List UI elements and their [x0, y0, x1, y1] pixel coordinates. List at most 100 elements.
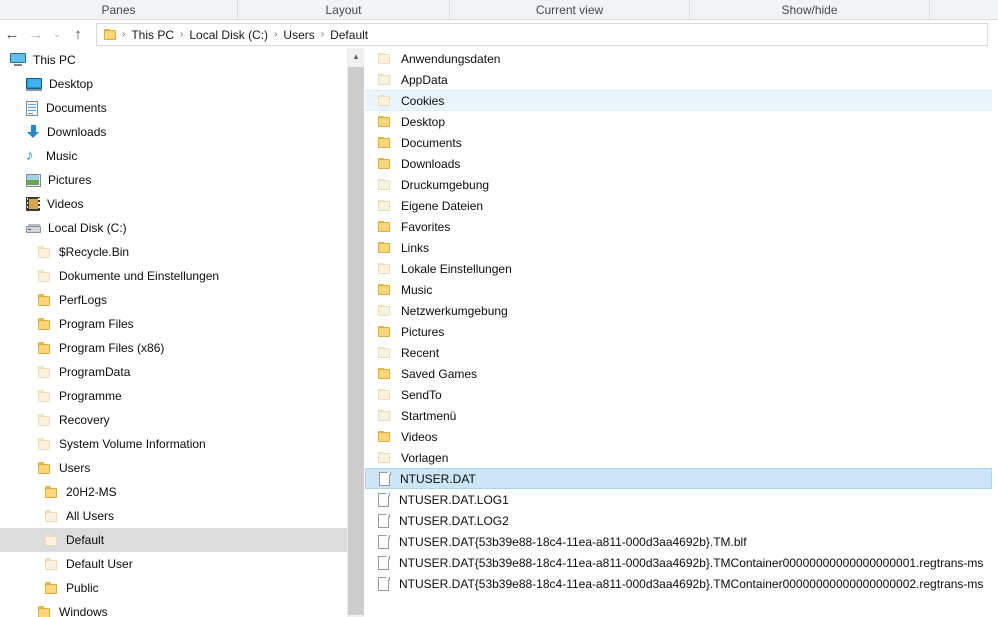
folder-icon	[378, 115, 392, 128]
folder-icon	[38, 342, 52, 354]
folder-icon	[104, 28, 118, 41]
file-list-row[interactable]: Music	[365, 279, 992, 300]
file-list-row[interactable]: Links	[365, 237, 992, 258]
sidebar-item-programme[interactable]: Programme	[0, 384, 347, 408]
sidebar-item-label: PerfLogs	[59, 293, 108, 307]
sidebar-item-system-volume-information[interactable]: System Volume Information	[0, 432, 347, 456]
sidebar-item-label: This PC	[33, 53, 76, 67]
forward-arrow-icon[interactable]: →	[24, 23, 48, 47]
folder-dim-icon	[378, 346, 392, 359]
sidebar-item-default-user[interactable]: Default User	[0, 552, 347, 576]
sidebar-item-program-files[interactable]: Program Files	[0, 312, 347, 336]
file-list-item-label: Saved Games	[401, 366, 478, 381]
file-list-item-label: Desktop	[401, 114, 446, 129]
file-list-row[interactable]: Anwendungsdaten	[365, 48, 992, 69]
folder-icon	[38, 318, 52, 330]
file-list-item-label: Cookies	[401, 93, 445, 108]
ribbon-group-panes: Panes	[0, 0, 238, 20]
folder-icon	[45, 582, 59, 594]
sidebar-item-videos[interactable]: Videos	[0, 192, 347, 216]
file-list-row[interactable]: NTUSER.DAT.LOG1	[365, 489, 992, 510]
scrollbar-thumb[interactable]	[348, 67, 364, 615]
sidebar-item-desktop[interactable]: Desktop	[0, 72, 347, 96]
file-list-item-label: NTUSER.DAT{53b39e88-18c4-11ea-a811-000d3…	[399, 576, 984, 591]
file-list-row[interactable]: NTUSER.DAT	[365, 468, 992, 489]
folder-icon	[45, 486, 59, 498]
file-list-row[interactable]: NTUSER.DAT{53b39e88-18c4-11ea-a811-000d3…	[365, 552, 992, 573]
folder-icon	[378, 283, 392, 296]
sidebar-item-local-disk-c[interactable]: Local Disk (C:)	[0, 216, 347, 240]
breadcrumb-separator-2[interactable]: ›	[272, 29, 279, 40]
sidebar-item-public[interactable]: Public	[0, 576, 347, 600]
breadcrumb[interactable]: › This PC › Local Disk (C:) › Users › De…	[96, 23, 988, 46]
file-list-row[interactable]: Startmenü	[365, 405, 992, 426]
sidebar-item-recycle-bin[interactable]: $Recycle.Bin	[0, 240, 347, 264]
sidebar-item-default[interactable]: Default	[0, 528, 347, 552]
breadcrumb-item-this-pc[interactable]: This PC	[127, 27, 178, 43]
breadcrumb-item-users[interactable]: Users	[279, 27, 318, 43]
breadcrumb-separator-0[interactable]: ›	[120, 29, 127, 40]
file-list-row[interactable]: Favorites	[365, 216, 992, 237]
sidebar-item-label: Dokumente und Einstellungen	[59, 269, 220, 283]
file-list-row[interactable]: Downloads	[365, 153, 992, 174]
sidebar-item-label: Desktop	[49, 77, 94, 91]
sidebar-item-documents[interactable]: Documents	[0, 96, 347, 120]
sidebar-item-program-files-x86[interactable]: Program Files (x86)	[0, 336, 347, 360]
breadcrumb-item-default[interactable]: Default	[326, 27, 372, 43]
sidebar-item-windows[interactable]: Windows	[0, 600, 347, 617]
file-list-row[interactable]: Videos	[365, 426, 992, 447]
sidebar-item-programdata[interactable]: ProgramData	[0, 360, 347, 384]
folder-icon	[378, 367, 392, 380]
file-list-pane[interactable]: Anwendungsdaten AppData Cookies Desktop Docu…	[365, 48, 998, 617]
file-list-row[interactable]: SendTo	[365, 384, 992, 405]
file-list-row[interactable]: Desktop	[365, 111, 992, 132]
sidebar-item-all-users[interactable]: All Users	[0, 504, 347, 528]
sidebar-item-perflogs[interactable]: PerfLogs	[0, 288, 347, 312]
recent-locations-chevron-down-icon[interactable]: ⌄	[48, 23, 66, 47]
file-list-row[interactable]: Netzwerkumgebung	[365, 300, 992, 321]
sidebar-item-label: ProgramData	[59, 365, 131, 379]
file-list-row[interactable]: AppData	[365, 69, 992, 90]
file-list-row[interactable]: Druckumgebung	[365, 174, 992, 195]
file-list-row[interactable]: Eigene Dateien	[365, 195, 992, 216]
file-list-item-label: Recent	[401, 345, 440, 360]
breadcrumb-separator-3[interactable]: ›	[319, 29, 326, 40]
breadcrumb-item-local-disk[interactable]: Local Disk (C:)	[185, 27, 272, 43]
sidebar-item-recovery[interactable]: Recovery	[0, 408, 347, 432]
navigation-pane[interactable]: This PC Desktop Documents Downloads ♪ Music Pi…	[0, 48, 347, 617]
sidebar-item-dokumente-und-einstellungen[interactable]: Dokumente und Einstellungen	[0, 264, 347, 288]
file-list-row[interactable]: Vorlagen	[365, 447, 992, 468]
sidebar-item-label: Documents	[46, 101, 107, 115]
sidebar-item-20h2-ms[interactable]: 20H2-MS	[0, 480, 347, 504]
file-list-row[interactable]: NTUSER.DAT.LOG2	[365, 510, 992, 531]
file-list-row[interactable]: Documents	[365, 132, 992, 153]
file-list-row[interactable]: Cookies	[365, 90, 992, 111]
sidebar-item-music[interactable]: ♪ Music	[0, 144, 347, 168]
sidebar-item-pictures[interactable]: Pictures	[0, 168, 347, 192]
file-list-item-label: NTUSER.DAT.LOG1	[399, 492, 509, 507]
sidebar-item-this-pc[interactable]: This PC	[0, 48, 347, 72]
file-icon	[378, 534, 390, 549]
back-arrow-icon[interactable]: ←	[0, 23, 24, 47]
folder-dim-icon	[378, 388, 392, 401]
sidebar-item-label: Music	[46, 149, 78, 163]
navigation-pane-scrollbar[interactable]: ▲	[347, 48, 364, 617]
folder-dim-icon	[378, 73, 392, 86]
sidebar-item-label: Videos	[47, 197, 84, 211]
file-list-row[interactable]: NTUSER.DAT{53b39e88-18c4-11ea-a811-000d3…	[365, 573, 992, 594]
file-list-row[interactable]: Lokale Einstellungen	[365, 258, 992, 279]
folder-icon	[378, 241, 392, 254]
file-list-row[interactable]: Saved Games	[365, 363, 992, 384]
up-one-level-icon[interactable]: ↑	[66, 23, 90, 47]
file-list-row[interactable]: NTUSER.DAT{53b39e88-18c4-11ea-a811-000d3…	[365, 531, 992, 552]
file-list-row[interactable]: Pictures	[365, 321, 992, 342]
sidebar-item-label: Pictures	[48, 173, 92, 187]
file-list-row[interactable]: Recent	[365, 342, 992, 363]
sidebar-item-downloads[interactable]: Downloads	[0, 120, 347, 144]
breadcrumb-separator-1[interactable]: ›	[178, 29, 185, 40]
folder-dim-icon	[38, 438, 52, 450]
file-icon	[378, 555, 390, 570]
scrollbar-up-arrow-icon[interactable]: ▲	[348, 48, 364, 65]
sidebar-item-users[interactable]: Users	[0, 456, 347, 480]
address-bar: ← → ⌄ ↑ › This PC › Local Disk (C:) › Us…	[0, 21, 998, 48]
